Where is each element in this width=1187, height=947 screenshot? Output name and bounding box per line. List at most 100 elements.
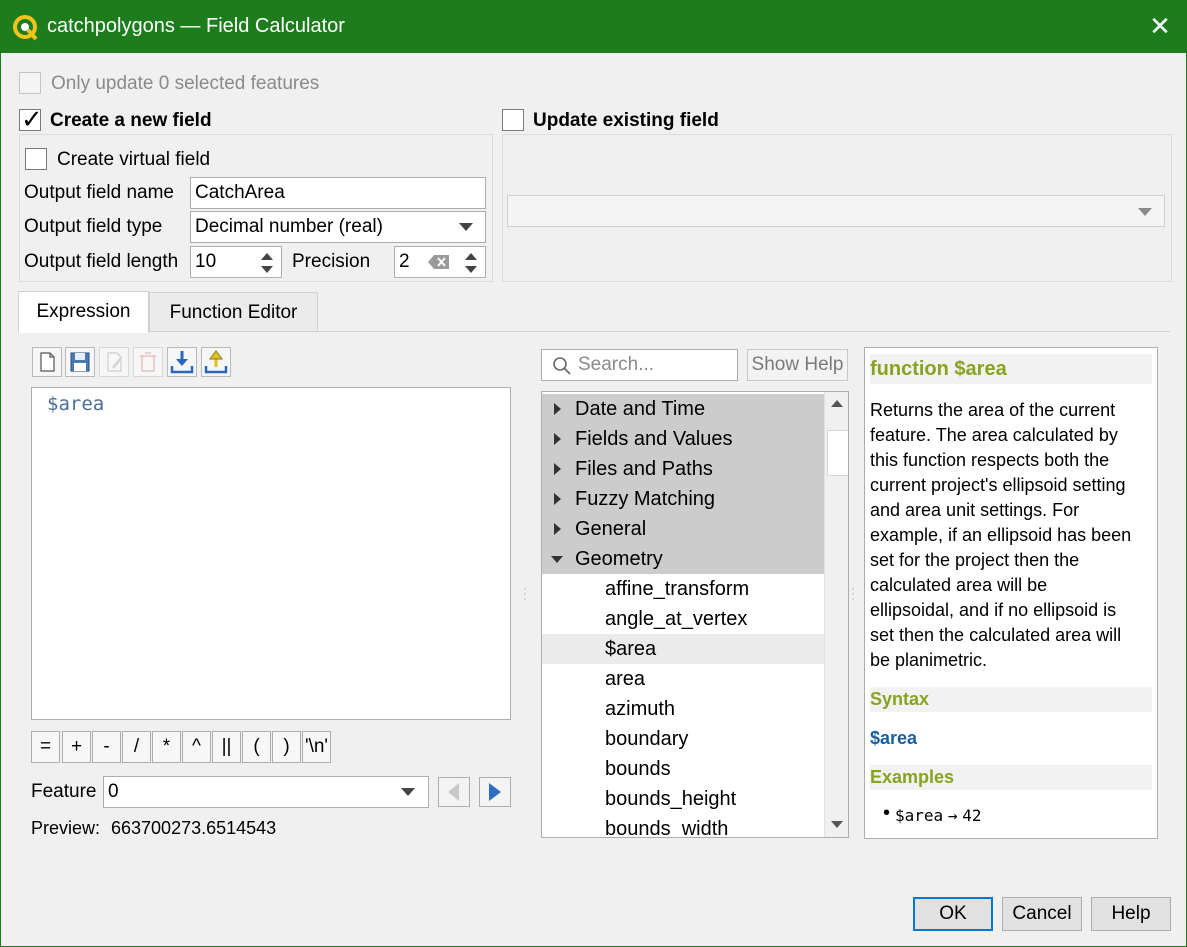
only-update-checkbox[interactable] (19, 72, 41, 94)
new-file-icon (40, 352, 55, 372)
tree-function-item[interactable]: angle_at_vertex (542, 604, 824, 634)
operator-open-paren-button[interactable]: ( (242, 731, 271, 763)
existing-field-combo[interactable] (507, 195, 1165, 227)
caret-down-icon[interactable] (551, 556, 563, 563)
delete-icon (140, 352, 156, 372)
example-code: $area (895, 806, 944, 825)
tree-function-item-selected[interactable]: $area (542, 634, 824, 664)
example-result: 42 (962, 806, 982, 825)
chevron-down-icon (401, 788, 415, 796)
tree-function-item[interactable]: bounds_height (542, 784, 824, 814)
import-icon (170, 351, 194, 374)
tree-group-fuzzy-matching[interactable]: Fuzzy Matching (542, 484, 824, 514)
operator-divide-button[interactable]: / (122, 731, 151, 763)
window-title: catchpolygons — Field Calculator (47, 15, 345, 37)
tree-function-item[interactable]: azimuth (542, 694, 824, 724)
expression-text: $area (47, 393, 105, 415)
splitter-handle[interactable]: · · · (523, 582, 527, 604)
output-field-type-label: Output field type (24, 216, 163, 237)
cancel-button[interactable]: Cancel (1002, 897, 1082, 931)
operator-newline-button[interactable]: '\n' (302, 731, 331, 763)
help-button[interactable]: Help (1091, 897, 1171, 931)
next-feature-button[interactable] (479, 777, 511, 807)
ok-button[interactable]: OK (913, 897, 993, 931)
field-calculator-dialog: catchpolygons — Field Calculator ✕ Only … (0, 0, 1187, 947)
precision-spinbox[interactable]: 2 (394, 246, 486, 278)
new-expression-button[interactable] (32, 347, 62, 377)
output-field-type-combo[interactable]: Decimal number (real) (190, 211, 486, 243)
tree-group-fields-and-values[interactable]: Fields and Values (542, 424, 824, 454)
help-title: function $area (870, 354, 1152, 384)
operator-plus-button[interactable]: + (62, 731, 91, 763)
tab-expression[interactable]: Expression (18, 291, 149, 333)
caret-right-icon[interactable] (554, 523, 561, 535)
tree-group-geometry[interactable]: Geometry (542, 544, 824, 574)
output-field-name-input[interactable]: CatchArea (190, 177, 486, 209)
tree-group-files-and-paths[interactable]: Files and Paths (542, 454, 824, 484)
chevron-down-icon (1138, 208, 1152, 216)
caret-right-icon[interactable] (554, 403, 561, 415)
operator-minus-button[interactable]: - (92, 731, 121, 763)
tree-scrollbar[interactable] (824, 392, 848, 837)
operator-close-paren-button[interactable]: ) (272, 731, 301, 763)
length-spin-arrows[interactable] (257, 247, 277, 277)
caret-right-icon[interactable] (554, 463, 561, 475)
function-help-panel: function $area Returns the area of the c… (864, 347, 1158, 839)
output-field-length-spinbox[interactable]: 10 (190, 246, 282, 278)
chevron-right-icon (489, 783, 501, 801)
checkmark-icon: ✓ (21, 104, 43, 134)
scroll-down-icon[interactable] (830, 820, 844, 830)
scrollbar-thumb[interactable] (827, 430, 848, 476)
tree-function-item[interactable]: area (542, 664, 824, 694)
close-icon[interactable]: ✕ (1145, 11, 1175, 43)
precision-spin-arrows[interactable] (461, 247, 481, 277)
edit-expression-button[interactable] (99, 347, 129, 377)
function-search-input[interactable]: Search... (541, 349, 738, 381)
update-existing-field-checkbox[interactable] (502, 109, 524, 131)
caret-right-icon[interactable] (554, 493, 561, 505)
examples-heading: Examples (870, 765, 1152, 790)
virtual-field-checkbox[interactable] (25, 148, 47, 170)
update-existing-field-label: Update existing field (533, 110, 719, 131)
search-icon (553, 357, 571, 375)
precision-label: Precision (292, 251, 371, 272)
create-new-field-checkbox[interactable]: ✓ (19, 104, 43, 134)
tree-function-item[interactable]: affine_transform (542, 574, 824, 604)
qgis-logo-icon (13, 15, 38, 41)
operator-concat-button[interactable]: || (212, 731, 241, 763)
help-description: Returns the area of the current feature.… (870, 400, 1132, 670)
function-tree[interactable]: Date and Time Fields and Values Files an… (541, 391, 849, 838)
search-placeholder: Search... (578, 354, 655, 375)
save-expression-button[interactable] (65, 347, 95, 377)
tree-function-item[interactable]: boundary (542, 724, 824, 754)
tab-function-editor[interactable]: Function Editor (149, 292, 318, 332)
tree-group-general[interactable]: General (542, 514, 824, 544)
delete-expression-button[interactable] (133, 347, 163, 377)
export-icon (204, 350, 228, 374)
tree-function-item[interactable]: bounds_width (542, 814, 824, 837)
clear-icon[interactable] (428, 254, 450, 270)
example-arrow: → (947, 806, 958, 825)
tree-group-date-and-time[interactable]: Date and Time (542, 394, 824, 424)
operator-power-button[interactable]: ^ (182, 731, 211, 763)
operator-multiply-button[interactable]: * (152, 731, 181, 763)
previous-feature-button[interactable] (438, 777, 470, 807)
save-icon (70, 352, 90, 372)
import-expression-button[interactable] (167, 347, 197, 377)
only-update-label: Only update 0 selected features (51, 73, 320, 94)
splitter-handle[interactable]: · · · (851, 582, 855, 604)
bullet-icon: • (883, 802, 891, 824)
export-expression-button[interactable] (201, 347, 231, 377)
preview-label: Preview: (31, 818, 101, 838)
operator-equals-button[interactable]: = (31, 731, 60, 763)
feature-label: Feature (31, 781, 97, 802)
show-help-button[interactable]: Show Help (747, 349, 848, 381)
tree-function-item[interactable]: bounds (542, 754, 824, 784)
caret-right-icon[interactable] (554, 433, 561, 445)
create-new-field-label: Create a new field (50, 110, 212, 131)
feature-combo[interactable]: 0 (103, 776, 429, 808)
scroll-up-icon[interactable] (830, 398, 844, 408)
chevron-left-icon (448, 783, 459, 801)
feature-value: 0 (108, 781, 119, 802)
expression-editor[interactable]: $area (31, 387, 511, 720)
